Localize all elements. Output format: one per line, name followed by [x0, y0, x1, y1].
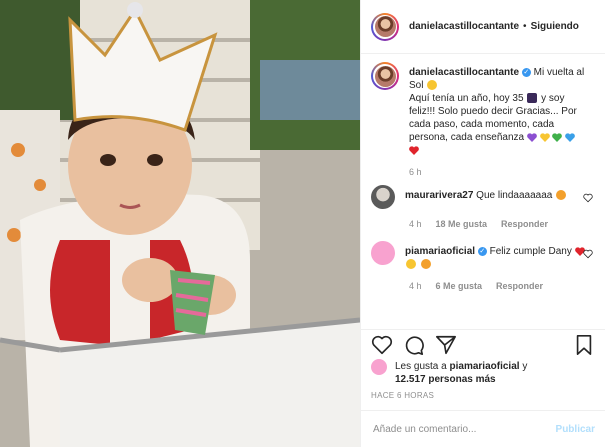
- liker-avatar[interactable]: [371, 359, 387, 375]
- comments-list[interactable]: danielacastillocantante ✓ Mi vuelta al S…: [361, 54, 605, 329]
- following-button[interactable]: Siguiendo: [531, 21, 579, 32]
- baby-crown-photo: [0, 0, 360, 447]
- caption-username[interactable]: danielacastillocantante: [409, 67, 519, 78]
- winking-kiss-emoji-icon: [406, 259, 416, 270]
- post-header: danielacastillocantante • Siguiendo: [361, 0, 605, 54]
- likes-mid: y: [522, 361, 528, 372]
- author-avatar[interactable]: [371, 12, 399, 41]
- reply-button[interactable]: Responder: [501, 219, 548, 229]
- comment-like-heart-icon[interactable]: [583, 193, 593, 203]
- heart-eyes-emoji-icon: [420, 259, 431, 270]
- commenter-avatar[interactable]: [371, 241, 395, 265]
- caption-time[interactable]: 6 h: [409, 167, 422, 177]
- header-separator: •: [523, 21, 527, 32]
- comment-item: maurarivera27 Que lindaaaaaaa: [371, 185, 595, 209]
- blue-heart-icon: [565, 133, 576, 142]
- caption: danielacastillocantante ✓ Mi vuelta al S…: [371, 62, 595, 157]
- reply-button[interactable]: Responder: [496, 281, 543, 291]
- header-username[interactable]: danielacastillocantante: [409, 21, 519, 32]
- verified-icon: ✓: [521, 67, 531, 77]
- comment-time[interactable]: 4 h: [409, 219, 422, 229]
- post-sidebar: danielacastillocantante • Siguiendo dani…: [360, 0, 605, 447]
- instagram-post: danielacastillocantante • Siguiendo dani…: [0, 0, 605, 447]
- likes-user[interactable]: piamariaoficial: [450, 361, 520, 372]
- party-popper-emoji-icon: [527, 93, 538, 104]
- likes-prefix: Les gusta a: [395, 361, 447, 372]
- post-timestamp[interactable]: HACE 6 HORAS: [371, 391, 434, 400]
- likes-summary: Les gusta a piamariaoficial y 12.517 per…: [371, 359, 600, 386]
- comment-username[interactable]: piamariaoficial: [405, 246, 475, 257]
- comment-icon[interactable]: [403, 334, 425, 356]
- bookmark-icon[interactable]: [573, 334, 595, 356]
- comment-like-heart-icon[interactable]: [583, 249, 593, 259]
- share-icon[interactable]: [435, 334, 457, 356]
- commenter-avatar[interactable]: [371, 185, 395, 209]
- comment-likes[interactable]: 6 Me gusta: [436, 281, 483, 291]
- comment-text: Feliz cumple Dany: [489, 246, 572, 257]
- add-comment-bar: Publicar: [361, 410, 605, 447]
- caption-meta: 6 h: [409, 167, 595, 177]
- comment-text: Que lindaaaaaaa: [476, 190, 553, 201]
- comment-meta: 4 h 6 Me gusta Responder: [409, 281, 595, 291]
- comment-time[interactable]: 4 h: [409, 281, 422, 291]
- comment-item: piamariaoficial ✓ Feliz cumple Dany: [371, 241, 595, 271]
- caption-avatar[interactable]: [371, 62, 399, 90]
- caption-text-2: Aquí tenía un año, hoy 35: [409, 93, 524, 104]
- comment-input[interactable]: [371, 422, 556, 436]
- purple-heart-icon: [527, 133, 537, 142]
- yellow-heart-icon: [539, 133, 550, 142]
- publish-button[interactable]: Publicar: [556, 424, 595, 435]
- comment-meta: 4 h 18 Me gusta Responder: [409, 219, 595, 229]
- comment-likes[interactable]: 18 Me gusta: [436, 219, 488, 229]
- action-bar: [361, 329, 605, 359]
- likes-count[interactable]: 12.517 personas más: [395, 374, 496, 385]
- post-photo[interactable]: [0, 0, 360, 447]
- red-heart-icon: [409, 146, 419, 155]
- sun-emoji-icon: [427, 80, 438, 91]
- heart-eyes-emoji-icon: [556, 190, 567, 201]
- comment-username[interactable]: maurarivera27: [405, 190, 473, 201]
- verified-icon: ✓: [477, 246, 487, 256]
- heart-icon[interactable]: [371, 334, 393, 356]
- green-heart-icon: [552, 133, 563, 142]
